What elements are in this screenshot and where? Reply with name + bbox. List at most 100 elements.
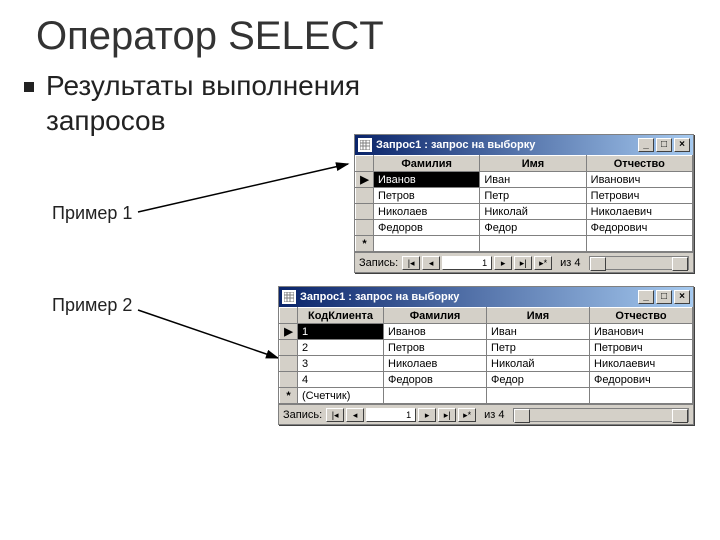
column-header[interactable]: Имя — [487, 308, 590, 324]
cell[interactable] — [374, 236, 480, 252]
slide-title: Оператор SELECT — [36, 14, 384, 59]
table-row[interactable]: ▶ИвановИванИванович — [356, 172, 693, 188]
cell[interactable]: Федорович — [590, 372, 693, 388]
column-header[interactable]: Фамилия — [384, 308, 487, 324]
cell[interactable]: Николай — [480, 204, 586, 220]
cell[interactable]: Николаевич — [586, 204, 692, 220]
window-title: Запрос1 : запрос на выборку — [300, 291, 638, 303]
cell[interactable]: Иванович — [586, 172, 692, 188]
row-selector[interactable] — [356, 188, 374, 204]
cell[interactable]: Петрович — [586, 188, 692, 204]
nav-prev-button[interactable]: ◂ — [346, 408, 364, 422]
nav-next-button[interactable]: ▸ — [494, 256, 512, 270]
cell[interactable]: 4 — [298, 372, 384, 388]
table-row[interactable]: ▶1ИвановИванИванович — [280, 324, 693, 340]
cell[interactable]: 2 — [298, 340, 384, 356]
header-row: Фамилия Имя Отчество — [356, 156, 693, 172]
nav-new-button[interactable]: ▸* — [534, 256, 552, 270]
column-header[interactable]: Отчество — [586, 156, 692, 172]
cell[interactable]: Петр — [487, 340, 590, 356]
minimize-button[interactable]: _ — [638, 138, 654, 152]
row-selector[interactable]: ▶ — [280, 324, 298, 340]
record-number-input[interactable]: 1 — [366, 408, 416, 422]
row-selector[interactable] — [356, 220, 374, 236]
cell[interactable]: Николаев — [374, 204, 480, 220]
table-row[interactable]: 4ФедоровФедорФедорович — [280, 372, 693, 388]
nav-new-button[interactable]: ▸* — [458, 408, 476, 422]
cell[interactable] — [384, 388, 487, 404]
cell[interactable]: Иванов — [384, 324, 487, 340]
cell[interactable]: 1 — [298, 324, 384, 340]
cell[interactable]: Николаев — [384, 356, 487, 372]
cell[interactable]: Федоров — [384, 372, 487, 388]
arrow-icon — [138, 160, 358, 220]
titlebar[interactable]: Запрос1 : запрос на выборку _ □ × — [279, 287, 693, 307]
cell[interactable]: Федоров — [374, 220, 480, 236]
column-header[interactable]: Имя — [480, 156, 586, 172]
table-row[interactable]: НиколаевНиколайНиколаевич — [356, 204, 693, 220]
cell[interactable]: Федор — [487, 372, 590, 388]
cell[interactable]: Иванов — [374, 172, 480, 188]
nav-last-button[interactable]: ▸| — [514, 256, 532, 270]
cell[interactable]: Петров — [384, 340, 487, 356]
cell[interactable]: Николаевич — [590, 356, 693, 372]
table-row[interactable]: 3НиколаевНиколайНиколаевич — [280, 356, 693, 372]
minimize-button[interactable]: _ — [638, 290, 654, 304]
close-button[interactable]: × — [674, 290, 690, 304]
cell[interactable]: Иванович — [590, 324, 693, 340]
cell[interactable] — [487, 388, 590, 404]
cell[interactable]: Федорович — [586, 220, 692, 236]
datasheet-icon — [282, 290, 296, 304]
cell[interactable]: (Счетчик) — [298, 388, 384, 404]
cell[interactable] — [480, 236, 586, 252]
slide-subtitle: Результаты выполнения запросов — [46, 68, 366, 138]
horizontal-scrollbar[interactable] — [589, 256, 689, 270]
table-row[interactable]: ПетровПетрПетрович — [356, 188, 693, 204]
table-row[interactable]: *(Счетчик) — [280, 388, 693, 404]
result-grid-2[interactable]: КодКлиента Фамилия Имя Отчество ▶1Иванов… — [279, 307, 693, 404]
cell[interactable]: Федор — [480, 220, 586, 236]
window-title: Запрос1 : запрос на выборку — [376, 139, 638, 151]
table-row[interactable]: ФедоровФедорФедорович — [356, 220, 693, 236]
maximize-button[interactable]: □ — [656, 290, 672, 304]
titlebar[interactable]: Запрос1 : запрос на выборку _ □ × — [355, 135, 693, 155]
nav-prev-button[interactable]: ◂ — [422, 256, 440, 270]
record-number-input[interactable]: 1 — [442, 256, 492, 270]
row-selector-header — [280, 308, 298, 324]
nav-next-button[interactable]: ▸ — [418, 408, 436, 422]
cell[interactable]: Петрович — [590, 340, 693, 356]
column-header[interactable]: Фамилия — [374, 156, 480, 172]
nav-last-button[interactable]: ▸| — [438, 408, 456, 422]
table-row[interactable]: 2ПетровПетрПетрович — [280, 340, 693, 356]
cell[interactable]: Николай — [487, 356, 590, 372]
cell[interactable]: Петров — [374, 188, 480, 204]
nav-first-button[interactable]: |◂ — [326, 408, 344, 422]
close-button[interactable]: × — [674, 138, 690, 152]
cell[interactable]: Иван — [487, 324, 590, 340]
row-selector[interactable] — [356, 204, 374, 220]
query-result-window-2: Запрос1 : запрос на выборку _ □ × КодКли… — [278, 286, 694, 425]
record-navigator: Запись: |◂ ◂ 1 ▸ ▸| ▸* из 4 — [355, 252, 693, 272]
row-selector[interactable]: ▶ — [356, 172, 374, 188]
cell[interactable]: Петр — [480, 188, 586, 204]
row-selector[interactable]: * — [356, 236, 374, 252]
cell[interactable] — [586, 236, 692, 252]
nav-first-button[interactable]: |◂ — [402, 256, 420, 270]
column-header[interactable]: КодКлиента — [298, 308, 384, 324]
record-navigator: Запись: |◂ ◂ 1 ▸ ▸| ▸* из 4 — [279, 404, 693, 424]
record-label: Запись: — [359, 257, 398, 269]
datasheet-icon — [358, 138, 372, 152]
result-grid-1[interactable]: Фамилия Имя Отчество ▶ИвановИванИванович… — [355, 155, 693, 252]
row-selector[interactable] — [280, 340, 298, 356]
column-header[interactable]: Отчество — [590, 308, 693, 324]
table-row[interactable]: * — [356, 236, 693, 252]
cell[interactable] — [590, 388, 693, 404]
row-selector[interactable]: * — [280, 388, 298, 404]
row-selector[interactable] — [280, 356, 298, 372]
horizontal-scrollbar[interactable] — [513, 408, 689, 422]
row-selector[interactable] — [280, 372, 298, 388]
cell[interactable]: Иван — [480, 172, 586, 188]
maximize-button[interactable]: □ — [656, 138, 672, 152]
cell[interactable]: 3 — [298, 356, 384, 372]
header-row: КодКлиента Фамилия Имя Отчество — [280, 308, 693, 324]
